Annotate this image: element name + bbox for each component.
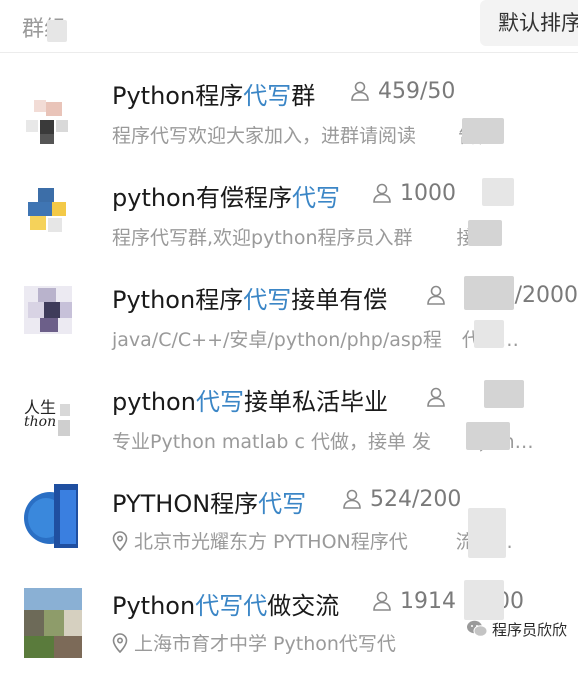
group-name: python有偿程序代写 [112,184,340,212]
group-row[interactable]: PYTHON程序代写 524/200 北京市光耀东方 PYTHON程序代流群… [0,470,578,572]
group-description: 程序代写欢迎大家加入，进群请阅读告， [112,125,496,147]
group-description: 北京市光耀东方 PYTHON程序代流群… [112,527,513,554]
group-name: PYTHON程序代写 [112,490,307,518]
member-count: 524/200 [342,487,461,512]
group-row[interactable]: python有偿程序代写 10000 程序代写群,欢迎python程序员入群接… [0,164,578,266]
group-description: java/C/C++/安卓/python/php/asp程代写… [112,329,519,351]
group-description: 程序代写群,欢迎python程序员入群接… [112,227,495,249]
group-avatar [24,588,82,658]
person-icon [343,489,361,509]
location-pin-icon [112,633,128,654]
group-avatar [24,484,80,548]
group-avatar [24,96,72,144]
group-description: 上海市育才中学 Python代写代 [112,629,396,656]
location-pin-icon [112,531,128,552]
group-avatar [24,286,72,334]
sort-button[interactable]: 默认排序 [480,0,578,46]
blurred-region [464,276,514,310]
person-icon [373,183,391,203]
person-icon [351,81,369,101]
watermark: 程序员欣欣 [466,619,567,640]
blurred-region [468,220,502,246]
group-avatar [24,186,72,234]
member-count [426,385,454,410]
person-icon [427,387,445,407]
blurred-region [464,580,504,620]
group-name: Python程序代写接单有偿 [112,286,388,314]
group-row[interactable]: Python程序代写接单有偿 )/2000 java/C/C++/安卓/pyth… [0,266,578,368]
group-name: Python代写代做交流 [112,592,340,620]
group-row[interactable]: Python程序代写群 459/50 程序代写欢迎大家加入，进群请阅读告， [0,62,578,164]
group-name: python代写接单私活毕业 [112,388,388,416]
member-count: 459/50 [350,79,455,104]
header-bar: 群组 默认排序 [0,0,578,52]
wechat-icon [467,620,488,637]
group-name: Python程序代写群 [112,82,316,110]
blurred-region [47,20,67,42]
person-icon [373,591,391,611]
blurred-region [474,320,504,348]
group-row[interactable]: 人生 thon python代写接单私活毕业 专业Python matlab c… [0,368,578,470]
blurred-region [466,422,510,450]
blurred-region [468,508,506,558]
blurred-region [484,380,524,408]
blurred-region [482,178,514,206]
blurred-region [462,118,504,144]
header-divider [0,52,578,53]
person-icon [427,285,445,305]
group-avatar: 人生 thon [24,390,72,438]
